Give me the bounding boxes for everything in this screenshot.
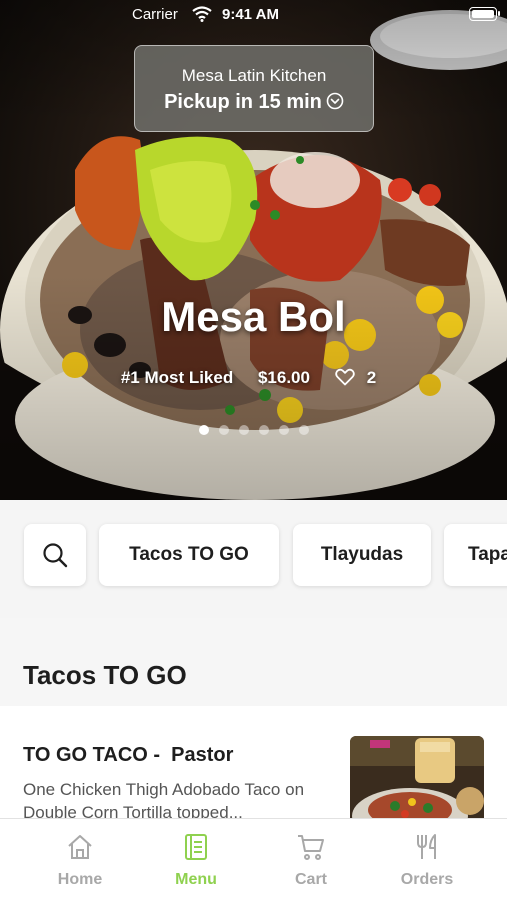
pickup-selector[interactable]: Mesa Latin Kitchen Pickup in 15 min bbox=[134, 45, 374, 132]
menu-item[interactable]: TO GO TACO - Pastor One Chicken Thigh Ad… bbox=[0, 706, 507, 831]
pickup-label: Pickup in 15 min bbox=[164, 91, 322, 113]
pickup-time: Pickup in 15 min bbox=[135, 91, 373, 114]
category-chip-tapas[interactable]: Tapas bbox=[444, 524, 507, 586]
menu-item-photo bbox=[350, 736, 484, 831]
carousel-dot[interactable] bbox=[278, 425, 289, 435]
tab-orders-label: Orders bbox=[400, 871, 454, 888]
dish-price: $16.00 bbox=[257, 368, 310, 387]
search-button[interactable] bbox=[24, 524, 86, 586]
chevron-down-circle-icon bbox=[326, 92, 344, 110]
app-screen: Carrier 9:41 AM Mesa Latin Kitchen Picku… bbox=[0, 0, 507, 900]
search-icon bbox=[43, 543, 68, 568]
restaurant-name: Mesa Latin Kitchen bbox=[181, 66, 327, 85]
carousel-dots[interactable] bbox=[0, 422, 507, 440]
featured-dish-meta: #1 Most Liked $16.00 2 bbox=[0, 368, 507, 388]
category-chip-tlayudas[interactable]: Tlayudas bbox=[293, 524, 431, 586]
battery-icon bbox=[469, 7, 500, 21]
tab-home-label: Home bbox=[57, 871, 103, 888]
category-bar: Tacos TO GO Tlayudas Tapas bbox=[0, 500, 507, 618]
status-time: 9:41 AM bbox=[222, 6, 279, 23]
tab-cart[interactable]: Cart bbox=[248, 819, 374, 900]
wifi-icon bbox=[192, 6, 212, 22]
tab-cart-label: Cart bbox=[294, 871, 327, 888]
like-count: 2 bbox=[366, 368, 377, 387]
tab-menu-label: Menu bbox=[175, 871, 217, 888]
fork-knife-icon bbox=[417, 834, 436, 859]
heart-icon bbox=[334, 368, 355, 386]
category-chip-tacos-to-go[interactable]: Tacos TO GO bbox=[99, 524, 279, 586]
carousel-dot[interactable] bbox=[238, 425, 249, 435]
home-icon bbox=[68, 835, 92, 859]
featured-dish-title: Mesa Bol bbox=[161, 293, 346, 340]
popularity-badge: #1 Most Liked bbox=[120, 368, 234, 387]
menu-icon bbox=[185, 834, 207, 860]
like-count-group[interactable]: 2 bbox=[334, 368, 386, 387]
carousel-dot[interactable] bbox=[298, 425, 309, 435]
tab-bar: Home Menu Cart Orders bbox=[0, 818, 507, 900]
menu-item-name: TO GO TACO - Pastor bbox=[23, 744, 234, 766]
carousel-dot[interactable] bbox=[198, 425, 209, 435]
carousel-dot[interactable] bbox=[218, 425, 229, 435]
status-bar: Carrier 9:41 AM bbox=[0, 0, 507, 30]
carrier-label: Carrier bbox=[132, 6, 178, 23]
tab-orders[interactable]: Orders bbox=[364, 819, 490, 900]
tab-home[interactable]: Home bbox=[17, 819, 143, 900]
cart-icon bbox=[298, 835, 324, 860]
featured-hero[interactable]: Carrier 9:41 AM Mesa Latin Kitchen Picku… bbox=[0, 0, 507, 500]
section-title: Tacos TO GO bbox=[23, 660, 187, 690]
tab-menu[interactable]: Menu bbox=[133, 819, 259, 900]
carousel-dot[interactable] bbox=[258, 425, 269, 435]
